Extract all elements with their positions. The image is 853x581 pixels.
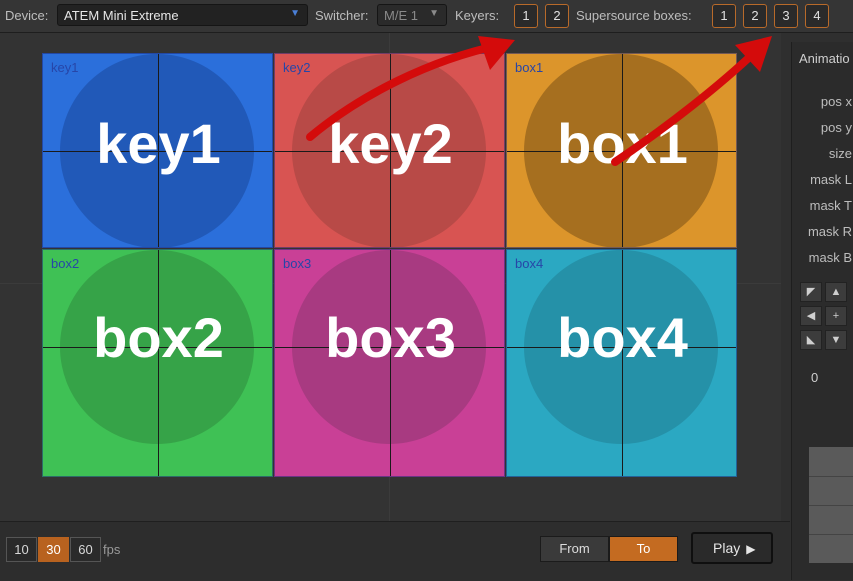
chevron-down-icon: ▼ [429,8,439,19]
param-pos-x: pos x [820,94,852,109]
cell-big-label: box3 [325,306,456,369]
fps-option-10[interactable]: 10 [6,537,37,562]
panel-value: 0 [811,370,819,385]
param-pos-y: pos y [820,120,852,135]
param-mask-r: mask R [807,224,852,239]
layer-cell-key1[interactable]: key1 key1 [42,53,273,248]
panel-title: Animatio [799,51,850,66]
cell-small-label: box2 [51,256,80,271]
device-select[interactable]: ATEM Mini Extreme ▼ [57,4,308,26]
to-button[interactable]: To [609,536,678,562]
arrow-down-left-icon[interactable]: ◣ [800,330,822,350]
cell-big-label: box1 [557,112,688,175]
supersource-button-2[interactable]: 2 [743,4,767,28]
play-icon: ▶ [746,542,756,556]
cell-small-label: box3 [283,256,312,271]
layer-cell-key2[interactable]: key2 key2 [274,53,505,248]
param-mask-t: mask T [809,198,852,213]
keyer-button-1[interactable]: 1 [514,4,538,28]
chevron-down-icon: ▼ [290,8,300,19]
cell-big-label: key1 [96,112,221,175]
fps-label: fps [103,542,121,557]
cell-big-label: box4 [557,306,688,369]
layer-cell-box3[interactable]: box3 box3 [274,249,505,477]
plus-center-icon[interactable]: + [825,306,847,326]
supersource-label: Supersource boxes: [576,8,692,23]
arrow-up-icon[interactable]: ▲ [825,282,847,302]
cell-small-label: box4 [515,256,544,271]
keyers-label: Keyers: [455,8,500,23]
fps-option-30[interactable]: 30 [38,537,69,562]
supersource-button-1[interactable]: 1 [712,4,736,28]
layout-grid: key1 key1 key2 key2 box1 box1 box2 box2 … [42,53,738,477]
arrow-down-icon[interactable]: ▼ [825,330,847,350]
cell-small-label: key1 [51,60,79,75]
device-label: Device: [5,8,49,23]
keyframe-list[interactable] [809,447,853,563]
play-label: Play [713,540,741,556]
layer-cell-box4[interactable]: box4 box4 [506,249,737,477]
fps-option-60[interactable]: 60 [70,537,101,562]
layer-cell-box1[interactable]: box1 box1 [506,53,737,248]
supersource-button-3[interactable]: 3 [774,4,798,28]
param-mask-l: mask L [810,172,852,187]
device-value: ATEM Mini Extreme [64,8,179,23]
switcher-label: Switcher: [315,8,369,23]
layer-cell-box2[interactable]: box2 box2 [42,249,273,477]
play-button[interactable]: Play ▶ [691,532,773,564]
keyer-button-2[interactable]: 2 [545,4,569,28]
cell-big-label: key2 [328,112,453,175]
cell-small-label: key2 [283,60,311,75]
toolbar: Device: ATEM Mini Extreme ▼ Switcher: M/… [0,0,853,33]
cell-small-label: box1 [515,60,544,75]
arrow-up-left-icon[interactable]: ◤ [800,282,822,302]
arrow-left-icon[interactable]: ◀ [800,306,822,326]
param-mask-b: mask B [808,250,852,265]
switcher-value: M/E 1 [384,8,418,23]
supersource-button-4[interactable]: 4 [805,4,829,28]
cell-big-label: box2 [93,306,224,369]
from-button[interactable]: From [540,536,609,562]
switcher-select[interactable]: M/E 1 ▼ [377,4,447,26]
param-size: size [828,146,852,161]
animation-panel: Animatio pos x pos y size mask L mask T … [791,42,853,580]
